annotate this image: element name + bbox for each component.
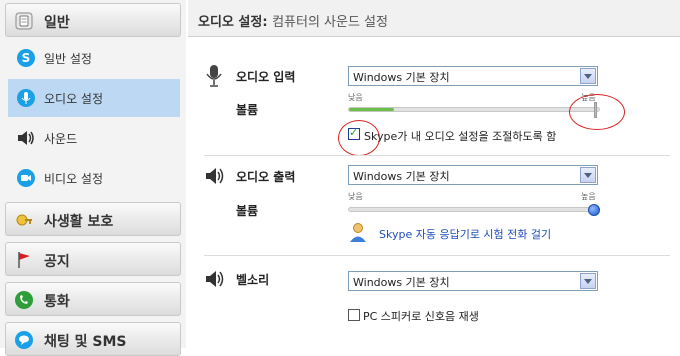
ringing-select[interactable]: Windows 기본 장치 [348, 271, 598, 291]
audio-input-low-label: 낮음 [348, 93, 363, 102]
ringing-value: Windows 기본 장치 [353, 276, 450, 289]
phone-icon [15, 291, 33, 309]
panel-header: 오디오 설정: 컴퓨터의 사운드 설정 [188, 0, 680, 37]
sidebar-item-label: 일반 설정 [44, 52, 92, 66]
page-subtitle: 컴퓨터의 사운드 설정 [272, 15, 388, 30]
audio-input-value: Windows 기본 장치 [353, 71, 450, 84]
annotation-circle [569, 94, 625, 130]
video-icon [17, 169, 35, 187]
pc-speaker-label: PC 스피커로 신호음 재생 [363, 310, 479, 323]
audio-output-slider-handle[interactable] [588, 204, 600, 216]
annotation-circle [338, 120, 380, 156]
sidebar-item-label: 오디오 설정 [44, 92, 104, 106]
speaker-icon [206, 168, 224, 184]
audio-output-select[interactable]: Windows 기본 장치 [348, 165, 598, 185]
audio-input-label: 오디오 입력 [236, 70, 296, 84]
audio-output-value: Windows 기본 장치 [353, 170, 450, 183]
category-notices[interactable]: 공지 [5, 242, 181, 276]
flag-icon [18, 252, 30, 268]
chevron-down-icon[interactable] [580, 167, 596, 183]
category-chat[interactable]: 채팅 및 SMS [5, 322, 181, 356]
chat-icon [15, 331, 33, 349]
sidebar-item-sound[interactable]: 사운드 [8, 119, 180, 157]
audio-output-volume-slider[interactable] [348, 207, 600, 212]
sidebar-item-audio-settings[interactable]: 오디오 설정 [8, 79, 180, 117]
category-general[interactable]: 일반 [5, 3, 181, 37]
audio-settings-panel: 오디오 설정: 컴퓨터의 사운드 설정 오디오 입력 Windows 기본 장치… [188, 0, 680, 348]
chevron-down-icon[interactable] [580, 68, 596, 84]
ringing-label: 벨소리 [236, 273, 270, 287]
test-call-link[interactable]: Skype 자동 응답기로 시험 전화 걸기 [379, 226, 551, 242]
category-general-label: 일반 [44, 15, 70, 31]
category-calls-label: 통화 [44, 294, 70, 310]
category-calls[interactable]: 통화 [5, 282, 181, 316]
test-call-user-icon [350, 223, 366, 242]
category-privacy-label: 사생활 보호 [44, 214, 114, 230]
category-notices-label: 공지 [44, 254, 70, 270]
chevron-down-icon[interactable] [580, 273, 596, 289]
sidebar-item-video-settings[interactable]: 비디오 설정 [8, 159, 180, 197]
skype-icon: S [17, 49, 35, 67]
lock-icon [16, 214, 32, 226]
speaker-icon [206, 271, 224, 287]
audio-output-volume-label: 볼륨 [236, 204, 259, 218]
svg-text:S: S [22, 51, 31, 65]
audio-input-volume-slider[interactable] [348, 107, 600, 112]
audio-input-volume-label: 볼륨 [236, 103, 259, 117]
audio-input-select[interactable]: Windows 기본 장치 [348, 66, 598, 86]
divider [204, 255, 670, 256]
sidebar-item-label: 비디오 설정 [44, 172, 104, 186]
microphone-icon [206, 65, 222, 87]
pc-speaker-checkbox[interactable] [348, 309, 360, 321]
audio-output-high-label: 높음 [581, 192, 596, 201]
sidebar-item-label: 사운드 [44, 132, 78, 146]
speaker-icon [18, 131, 34, 145]
auto-adjust-label: Skype가 내 오디오 설정을 조절하도록 함 [364, 130, 557, 143]
audio-output-label: 오디오 출력 [236, 170, 296, 184]
sidebar: 일반 S 일반 설정 오디오 설정 사운드 비디오 설정 사생활 보호 공지 통… [0, 0, 186, 356]
audio-input-level-fill [349, 108, 394, 111]
divider [204, 155, 670, 156]
sidebar-item-general-settings[interactable]: S 일반 설정 [8, 39, 180, 77]
microphone-icon [17, 89, 35, 107]
category-privacy[interactable]: 사생활 보호 [5, 202, 181, 236]
page-title: 오디오 설정: 컴퓨터의 사운드 설정 [198, 15, 388, 30]
audio-output-low-label: 낮음 [348, 192, 363, 201]
category-chat-label: 채팅 및 SMS [44, 334, 127, 350]
gear-icon [15, 12, 33, 30]
